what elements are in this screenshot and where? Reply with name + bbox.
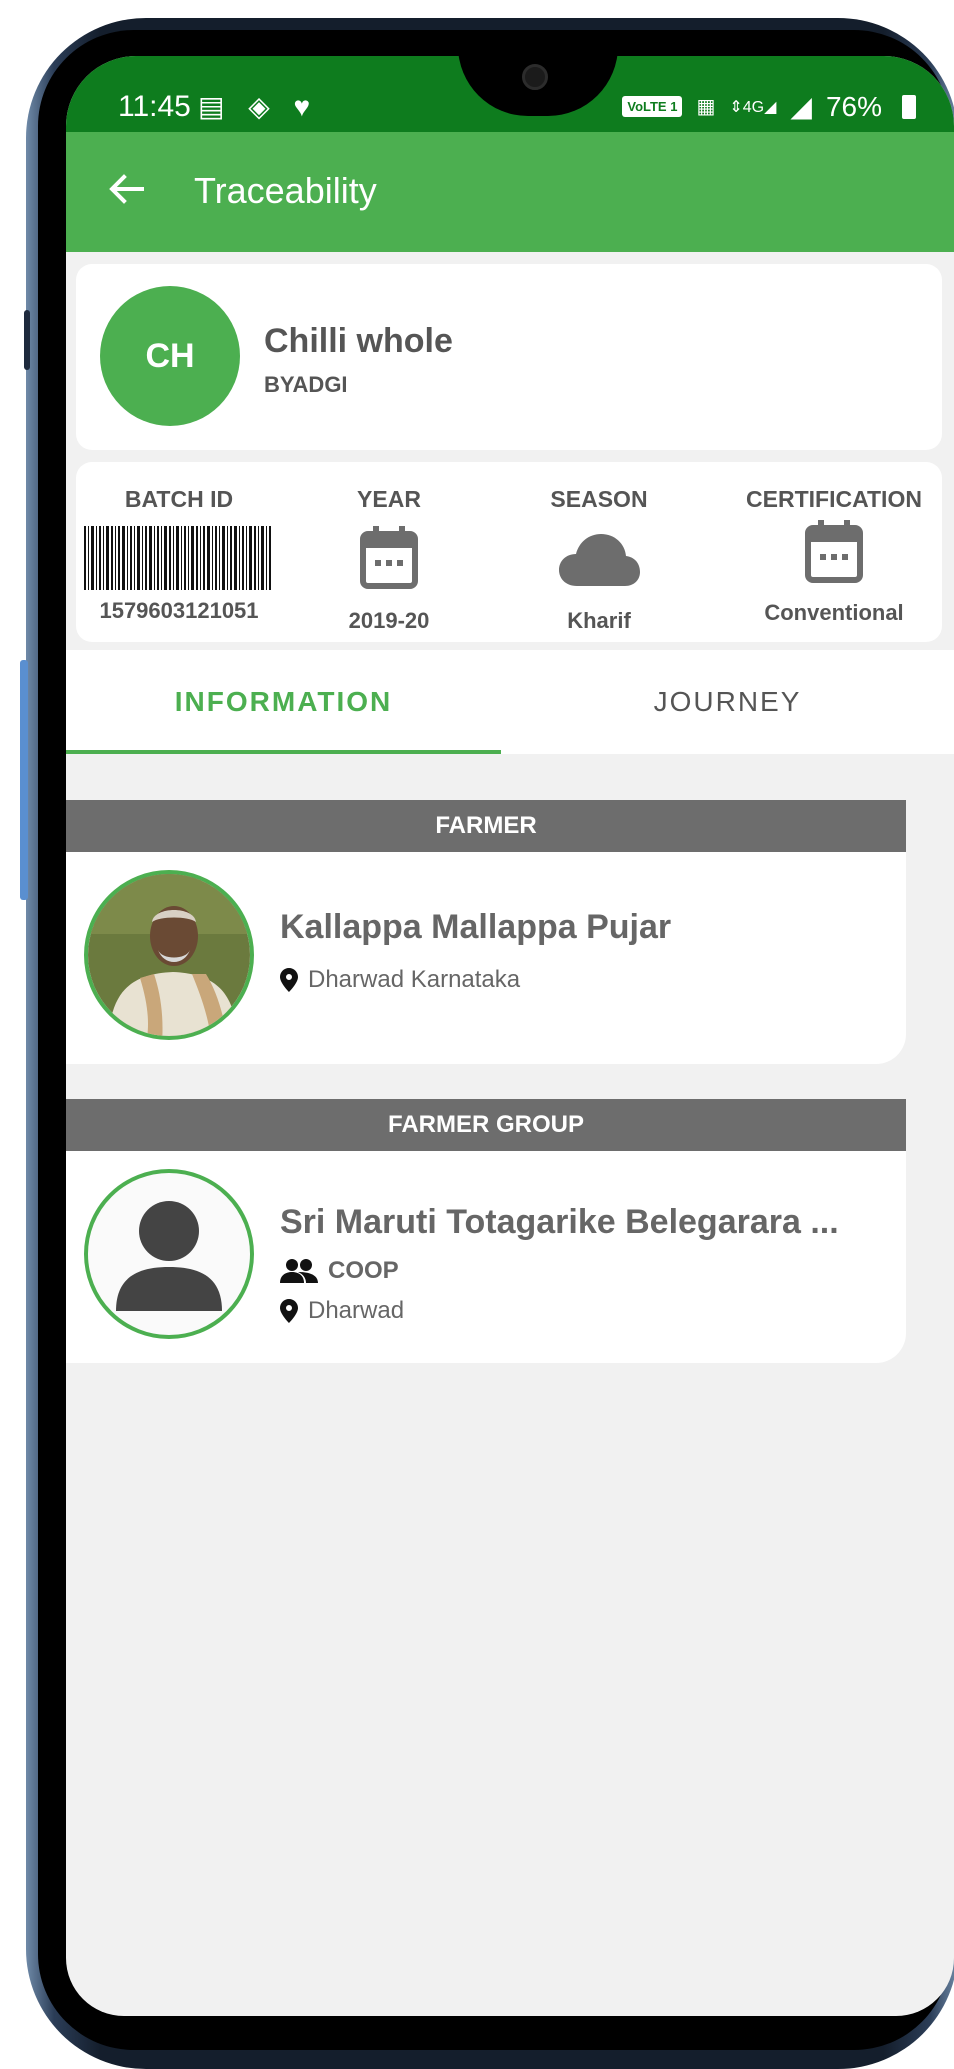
- info-year: YEAR 2019-20: [304, 462, 474, 642]
- volume-button: [24, 310, 30, 370]
- farmer-group-avatar: [84, 1169, 254, 1339]
- season-value: Kharif: [567, 608, 631, 633]
- person-placeholder-icon: [116, 1201, 222, 1311]
- farmer-photo: [84, 870, 254, 1040]
- farmer-group-location: Dharwad: [308, 1297, 405, 1324]
- tab-information[interactable]: INFORMATION: [66, 650, 501, 754]
- status-right: VoLTE 1 ▦ ⇕4G◢ ◢ 76%: [622, 90, 916, 123]
- batch-id-label: BATCH ID: [124, 486, 234, 512]
- farmer-group-card[interactable]: Sri Maruti Totagarike Belegarara ... COO…: [66, 1151, 906, 1363]
- farmer-location: Dharwad Karnataka: [308, 966, 521, 993]
- group-icon: [280, 1259, 318, 1283]
- farmer-group-name: Sri Maruti Totagarike Belegarara ...: [280, 1203, 839, 1241]
- location-pin-icon: [280, 968, 298, 992]
- farmer-group-location-line: Dharwad: [280, 1297, 404, 1325]
- active-tab-indicator: [66, 750, 501, 754]
- product-avatar: CH: [100, 286, 240, 426]
- batch-id-value: 1579603121051: [99, 598, 259, 623]
- status-bar: 11:45 ▤ ◈ ♥ VoLTE 1 ▦ ⇕4G◢ ◢ 76%: [66, 56, 954, 132]
- season-label: SEASON: [550, 486, 648, 512]
- power-button: [20, 660, 28, 900]
- location-pin-icon: [280, 1299, 298, 1323]
- page-title: Traceability: [194, 170, 377, 211]
- volte-badge: VoLTE 1: [622, 96, 683, 117]
- farmer-name: Kallappa Mallappa Pujar: [280, 908, 672, 946]
- farmer-location-line: Dharwad Karnataka: [280, 966, 520, 994]
- notification-icons: ▤ ◈ ♥: [198, 91, 319, 122]
- farmer-group-type-line: COOP: [280, 1257, 399, 1285]
- app-screen: 11:45 ▤ ◈ ♥ VoLTE 1 ▦ ⇕4G◢ ◢ 76% Traceab…: [66, 56, 954, 2016]
- farmer-group-type: COOP: [328, 1257, 399, 1284]
- product-variety: BYADGI: [264, 372, 348, 397]
- info-season: SEASON Kharif: [514, 462, 684, 642]
- info-batch-id: BATCH ID 1579603121051: [76, 462, 282, 642]
- batch-info-strip: BATCH ID 1579603121051 YEAR 2019-20 SEAS…: [76, 462, 942, 642]
- front-camera: [522, 64, 548, 90]
- product-name: Chilli whole: [264, 322, 453, 360]
- app-bar: Traceability: [66, 132, 954, 252]
- tab-bar: INFORMATION JOURNEY: [66, 650, 954, 754]
- cloud-icon: [559, 534, 640, 586]
- battery-percent: 76%: [825, 90, 882, 122]
- back-arrow-icon[interactable]: [102, 164, 152, 214]
- product-card: CH Chilli whole BYADGI: [76, 264, 942, 450]
- farmer-group-section-header: FARMER GROUP: [66, 1099, 906, 1151]
- certification-label: CERTIFICATION: [746, 486, 922, 512]
- farmer-card[interactable]: Kallappa Mallappa Pujar Dharwad Karnatak…: [66, 852, 906, 1064]
- signal-4g-icon: ⇕4G◢: [729, 98, 777, 116]
- barcode-icon: [84, 526, 271, 590]
- signal-icon: ◢: [790, 91, 812, 122]
- certification-value: Conventional: [764, 600, 904, 625]
- farmer-photo-image: [88, 874, 250, 1036]
- certification-calendar-icon: [805, 520, 863, 583]
- info-certification: CERTIFICATION Conventional: [726, 462, 942, 642]
- farmer-section-header: FARMER: [66, 800, 906, 852]
- status-time: 11:45: [118, 90, 191, 123]
- battery-icon: [902, 94, 916, 119]
- year-label: YEAR: [357, 486, 421, 512]
- tab-journey[interactable]: JOURNEY: [501, 650, 954, 754]
- year-value: 2019-20: [348, 608, 430, 633]
- vibrate-icon: ▦: [696, 96, 716, 118]
- calendar-icon: [360, 526, 418, 589]
